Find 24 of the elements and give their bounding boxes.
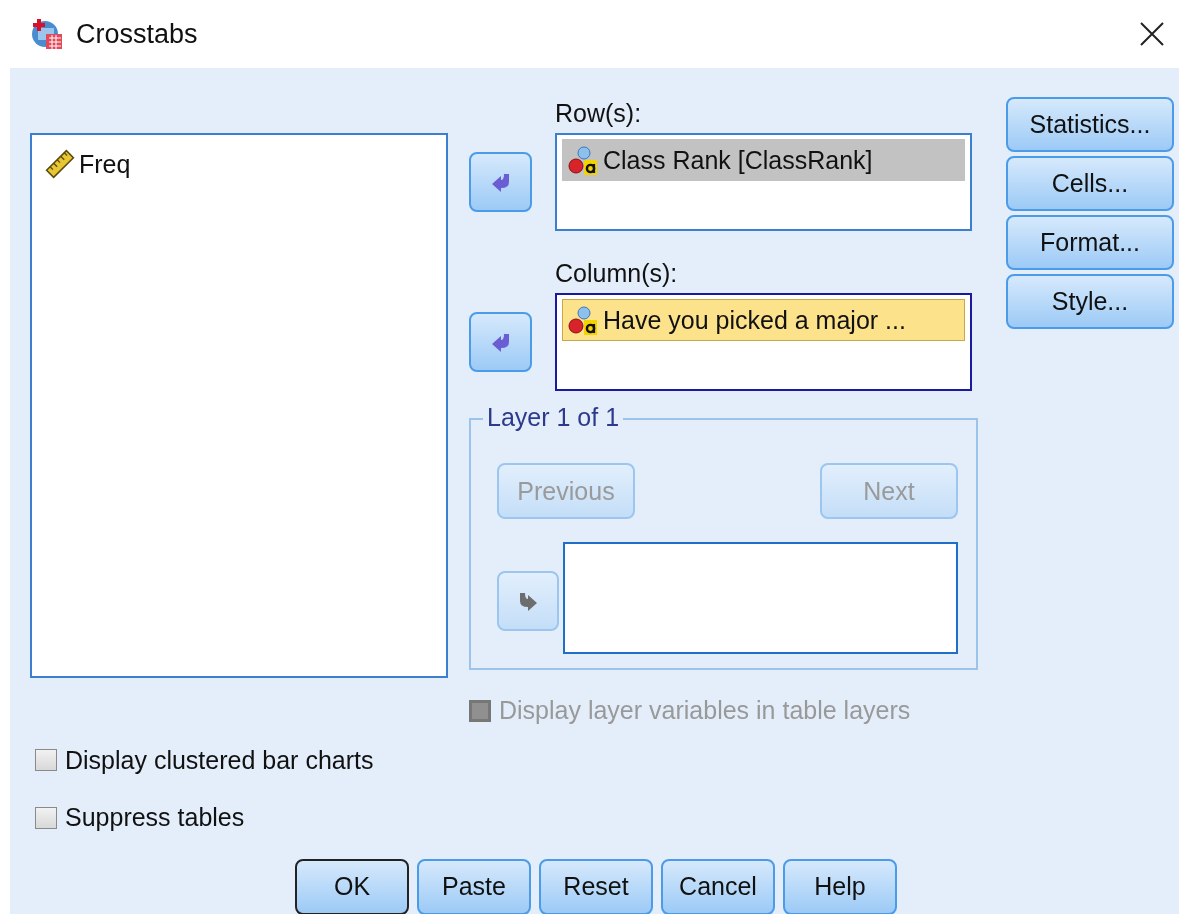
list-item[interactable]: Have you picked a major ... (562, 299, 965, 341)
move-button[interactable] (469, 312, 532, 372)
close-button[interactable] (1139, 21, 1165, 47)
dialog-button[interactable]: Format... (1006, 215, 1174, 270)
checkbox[interactable]: Suppress tables (35, 799, 1179, 837)
list-item[interactable]: Freq (40, 143, 438, 185)
move-button[interactable] (469, 152, 532, 212)
dialog-button[interactable]: Style... (1006, 274, 1174, 329)
checkbox[interactable]: Display clustered bar charts (35, 741, 1179, 779)
list-label: Row(s): (555, 98, 643, 129)
dialog-button[interactable]: Reset (539, 858, 653, 914)
dialog-button[interactable]: Cells... (1006, 156, 1174, 211)
window-title: Crosstabs (76, 17, 198, 51)
dialog-button[interactable]: Help (783, 858, 897, 914)
nominal-variable-icon (567, 144, 599, 176)
dialog-button[interactable]: Statistics... (1006, 97, 1174, 152)
close-icon (1139, 21, 1165, 47)
list-item[interactable]: Class Rank [ClassRank] (562, 139, 965, 181)
app-icon (30, 17, 64, 51)
dialog-button[interactable]: Paste (417, 858, 531, 914)
dialog-button[interactable]: Cancel (661, 858, 775, 914)
nominal-variable-icon (567, 304, 599, 336)
dialog-button[interactable]: OK (295, 858, 409, 914)
list-label: Column(s): (555, 258, 679, 289)
